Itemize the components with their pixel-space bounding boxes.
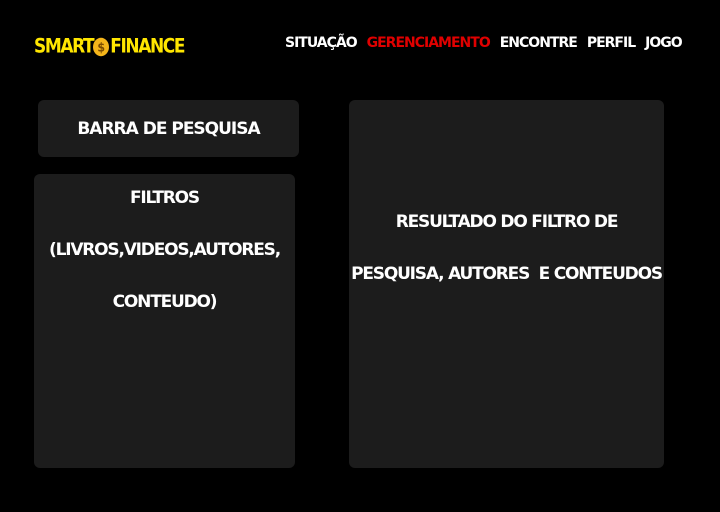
results-text-line-2: PESQUISA, AUTORES E CONTEUDOS: [351, 264, 663, 284]
filters-options-continued: CONTEUDO): [112, 292, 218, 312]
logo-text-finance: FINANCE: [110, 35, 185, 59]
search-bar[interactable]: BARRA DE PESQUISA: [38, 100, 299, 157]
nav-item-perfil[interactable]: PERFIL: [587, 35, 636, 51]
filters-panel[interactable]: FILTROS (LIVROS,VIDEOS,AUTORES, CONTEUDO…: [34, 174, 295, 468]
results-panel: RESULTADO DO FILTRO DE PESQUISA, AUTORES…: [349, 100, 664, 468]
main-nav: SITUAÇÃO GERENCIAMENTO ENCONTRE PERFIL J…: [285, 32, 683, 54]
nav-item-situacao[interactable]: SITUAÇÃO: [285, 35, 358, 51]
search-bar-label: BARRA DE PESQUISA: [77, 118, 260, 139]
results-text-line-1: RESULTADO DO FILTRO DE: [395, 212, 619, 232]
nav-item-jogo[interactable]: JOGO: [645, 35, 683, 51]
nav-item-encontre[interactable]: ENCONTRE: [500, 35, 578, 51]
filters-options: (LIVROS,VIDEOS,AUTORES,: [49, 240, 281, 260]
logo-text-smart: SMART: [34, 35, 95, 59]
brand-logo[interactable]: SMART $ FINANCE: [34, 32, 185, 62]
nav-item-gerenciamento[interactable]: GERENCIAMENTO: [367, 35, 491, 51]
filters-title: FILTROS: [130, 188, 200, 208]
coin-icon: $: [93, 37, 110, 57]
